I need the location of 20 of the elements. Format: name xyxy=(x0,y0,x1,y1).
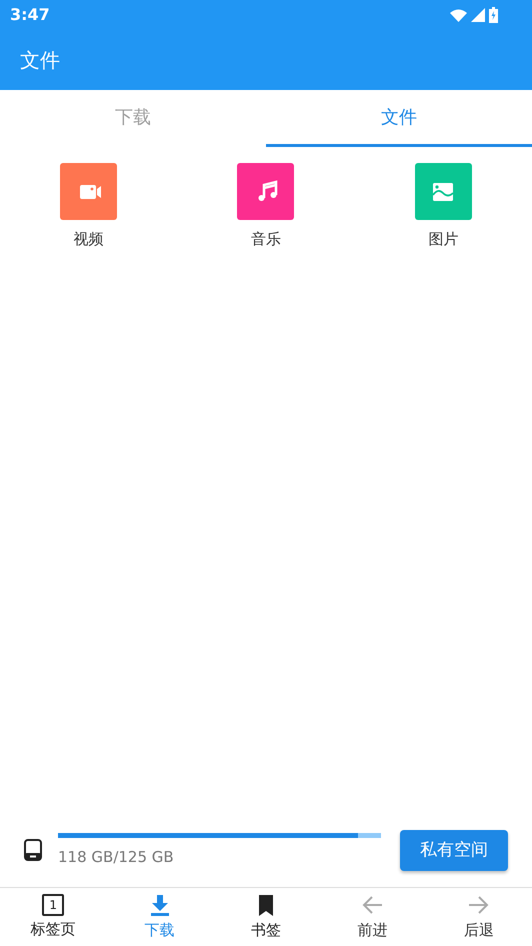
wifi-icon xyxy=(450,8,467,22)
app-title: 文件 xyxy=(20,47,60,74)
video-camera-icon[interactable] xyxy=(60,163,118,220)
category-label[interactable]: 音乐 xyxy=(250,228,281,250)
private-space-button[interactable]: 私有空间 xyxy=(400,830,508,871)
download-icon xyxy=(148,894,171,917)
nav-item[interactable]: 书签 xyxy=(212,888,320,946)
tab-count: 1 xyxy=(42,894,64,916)
image-icon[interactable] xyxy=(414,163,472,220)
battery-icon xyxy=(489,7,498,23)
nav-item[interactable]: 下载 xyxy=(106,888,213,946)
category-label[interactable]: 视频 xyxy=(74,228,104,250)
nav-item[interactable]: 1 标签页 xyxy=(0,888,106,946)
status-time: 3:47 xyxy=(10,4,50,26)
tab[interactable]: 文件 xyxy=(266,90,532,147)
music-note-icon[interactable] xyxy=(237,163,294,220)
category-label[interactable]: 图片 xyxy=(428,228,458,250)
signal-icon xyxy=(471,8,485,22)
phone-storage-icon xyxy=(24,839,42,862)
storage-reading: 118 GB/125 GB xyxy=(58,846,174,868)
